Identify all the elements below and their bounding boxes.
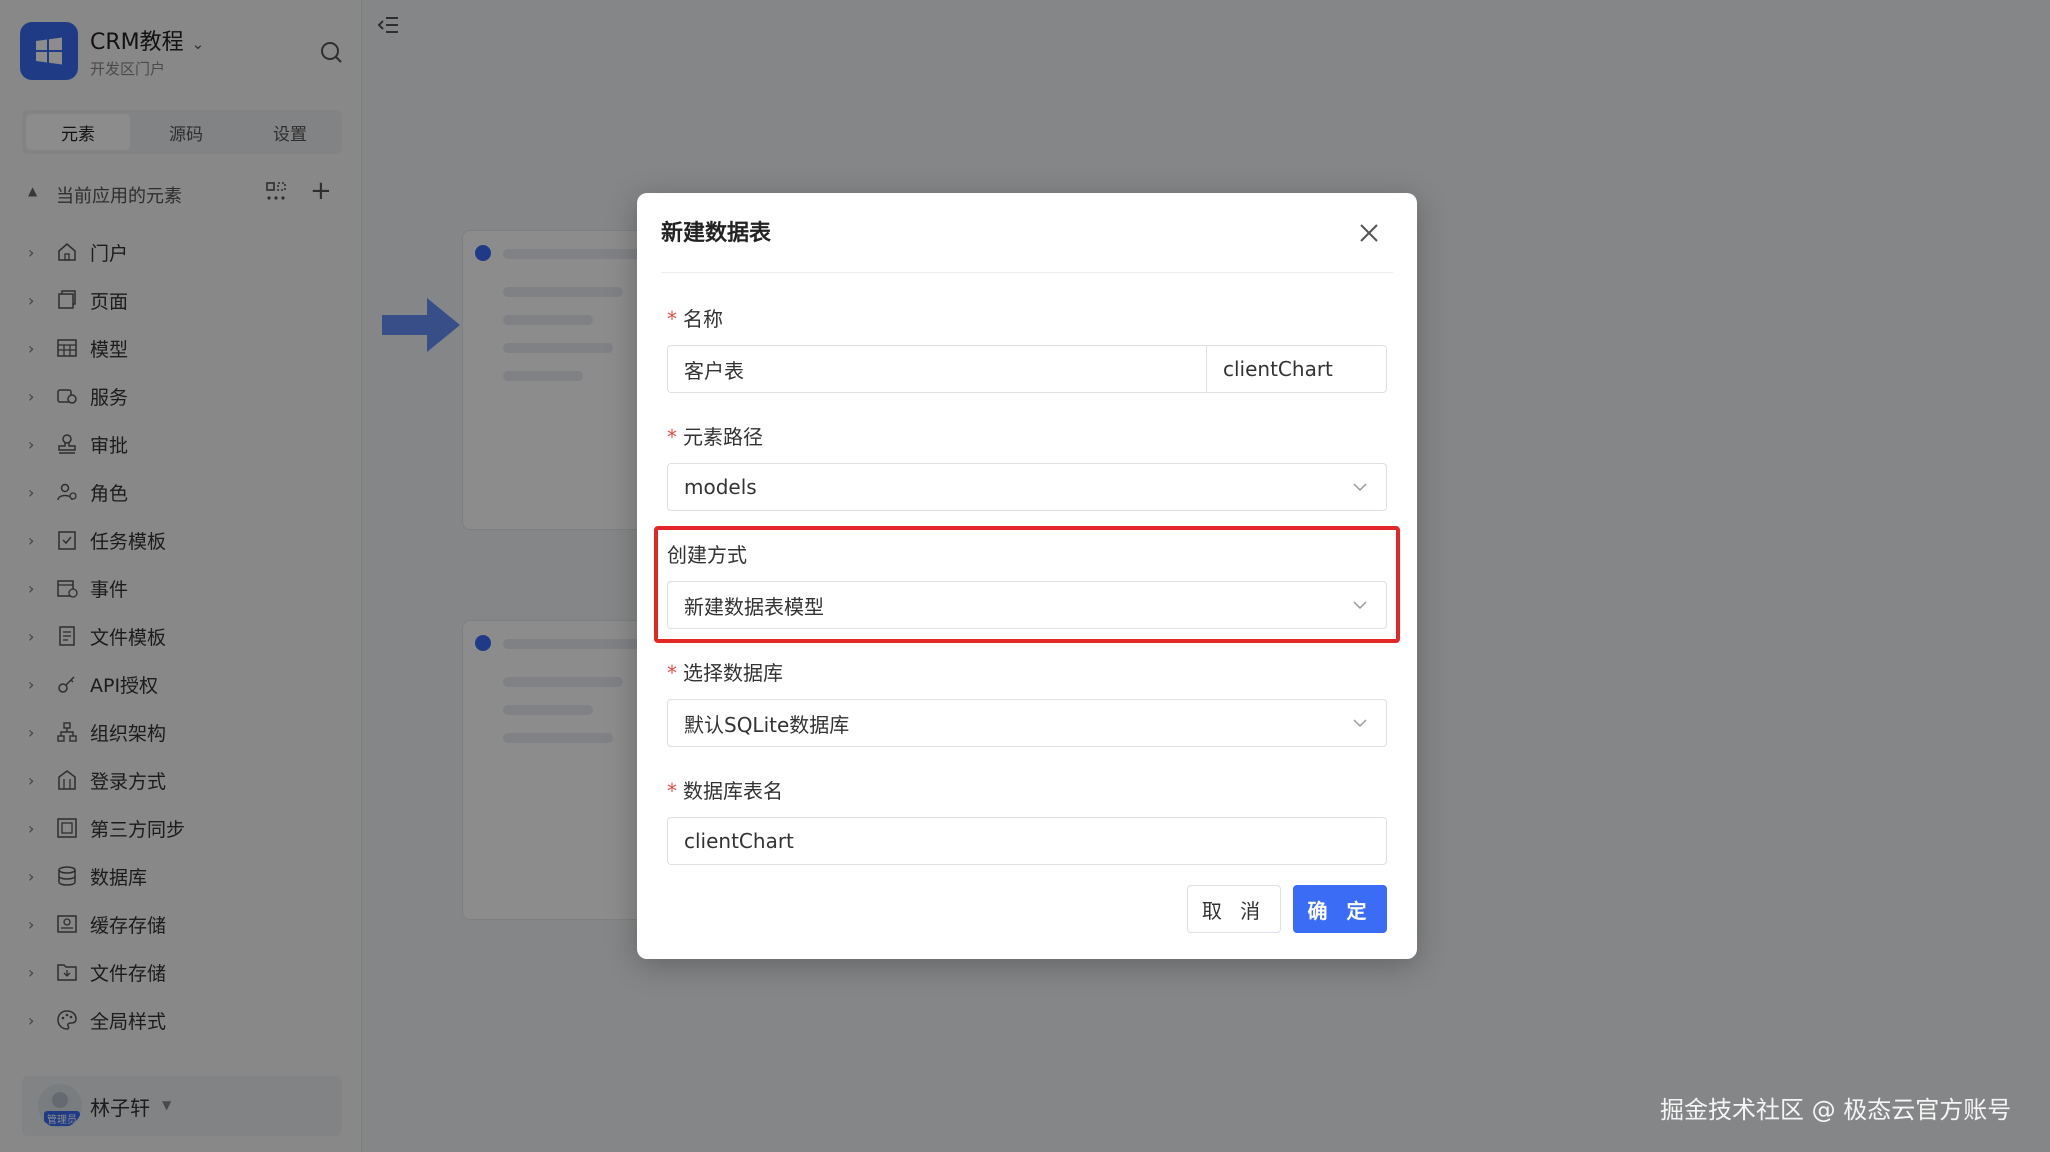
mode-select[interactable]: 新建数据表模型 xyxy=(667,581,1387,629)
new-table-dialog: 新建数据表 * 名称 客户表 clientChart * 元素路径 models 创… xyxy=(637,193,1417,959)
confirm-button[interactable]: 确 定 xyxy=(1293,885,1387,933)
code-input[interactable]: clientChart xyxy=(1207,345,1387,393)
name-input[interactable]: 客户表 xyxy=(667,345,1207,393)
divider xyxy=(661,272,1393,273)
db-label: * 选择数据库 xyxy=(667,661,783,685)
name-label: * 名称 xyxy=(667,307,723,331)
required-mark: * xyxy=(667,661,677,685)
dialog-title: 新建数据表 xyxy=(661,221,772,246)
watermark: 掘金技术社区 @ 极态云官方账号 xyxy=(1660,1096,2012,1124)
database-select[interactable]: 默认SQLite数据库 xyxy=(667,699,1387,747)
path-select[interactable]: models xyxy=(667,463,1387,511)
required-mark: * xyxy=(667,425,677,449)
table-name-label: * 数据库表名 xyxy=(667,779,783,803)
mode-label: 创建方式 xyxy=(667,543,747,567)
name-field-group: 客户表 clientChart xyxy=(667,345,1387,393)
table-name-input[interactable]: clientChart xyxy=(667,817,1387,865)
chevron-down-icon xyxy=(1353,601,1367,610)
app-root: CRM教程 ⌄ 开发区门户 元素 源码 设置 ▲ 当前应用的元素 + › 门户 … xyxy=(0,0,2050,1152)
required-mark: * xyxy=(667,307,677,331)
path-label: * 元素路径 xyxy=(667,425,763,449)
chevron-down-icon xyxy=(1353,719,1367,728)
cancel-button[interactable]: 取 消 xyxy=(1187,885,1281,933)
chevron-down-icon xyxy=(1353,483,1367,492)
required-mark: * xyxy=(667,779,677,803)
close-icon[interactable] xyxy=(1349,213,1389,253)
